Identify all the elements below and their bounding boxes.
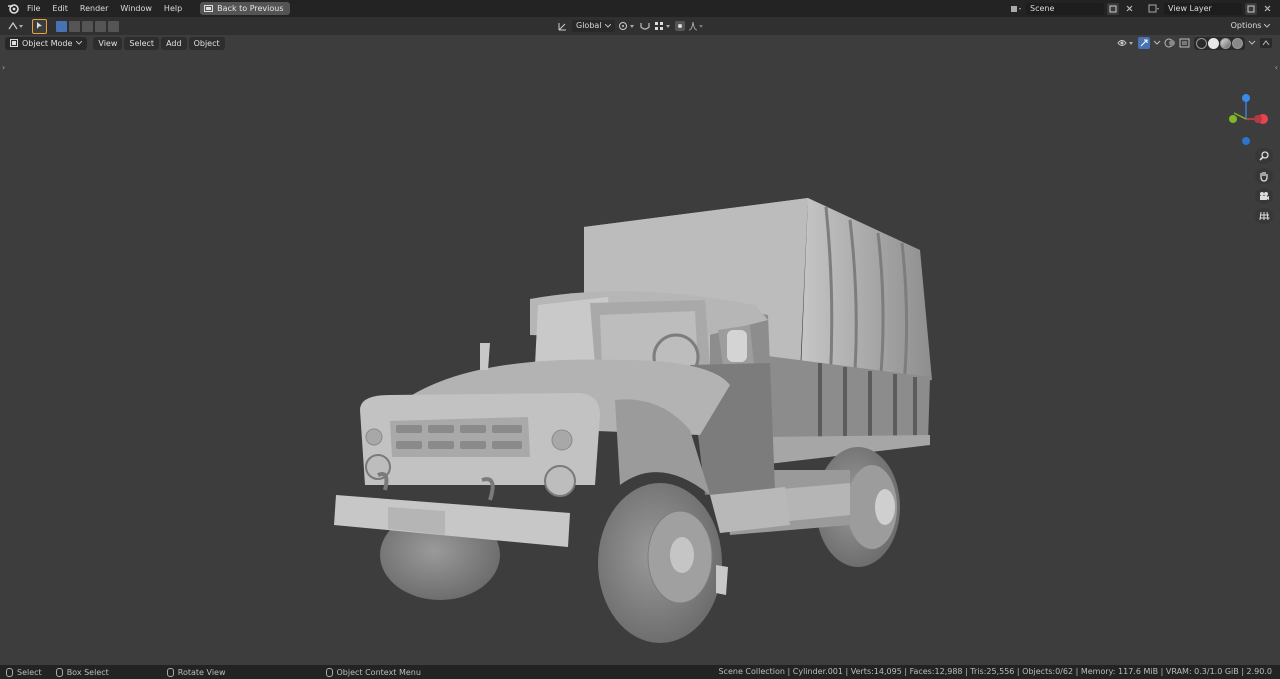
viewport-nav-buttons	[1255, 148, 1273, 224]
scene-new-icon[interactable]	[1107, 2, 1119, 15]
mode-set-icon[interactable]	[56, 20, 67, 32]
view-layer-new-icon[interactable]	[1245, 2, 1257, 15]
object-menu[interactable]: Object	[188, 36, 225, 50]
editor-type-selector[interactable]	[8, 21, 24, 31]
options-label: Options	[1230, 21, 1262, 30]
hint-context-menu-label: Object Context Menu	[336, 667, 421, 677]
truck-model[interactable]	[330, 195, 950, 655]
snap-icon[interactable]	[639, 21, 651, 31]
menu-window[interactable]: Window	[114, 0, 158, 17]
camera-icon[interactable]	[1255, 188, 1273, 204]
select-menu[interactable]: Select	[124, 36, 160, 50]
mode-extend-icon[interactable]	[69, 20, 80, 32]
mouse-middle-icon	[166, 667, 174, 677]
blender-logo-icon[interactable]	[5, 2, 21, 16]
gizmo-z-axis[interactable]	[1242, 94, 1250, 102]
chevron-down-icon	[76, 41, 83, 45]
gizmo-toggle-icon[interactable]	[1138, 37, 1150, 49]
view-layer-browse-icon[interactable]	[1147, 3, 1161, 15]
object-mode-icon	[10, 39, 18, 47]
solid-shading-icon[interactable]	[1208, 37, 1219, 49]
pivot-point-icon[interactable]	[618, 21, 636, 31]
sidebar-expand-icon[interactable]: ‹	[1275, 63, 1278, 72]
mode-subtract-icon[interactable]	[82, 20, 93, 32]
toolbar-expand-icon[interactable]: ›	[2, 63, 5, 72]
top-bar: File Edit Render Window Help Back to Pre…	[0, 0, 1280, 17]
rendered-shading-icon[interactable]	[1232, 37, 1243, 49]
hint-rotate-view-label: Rotate View	[177, 667, 226, 677]
hint-context-menu: Object Context Menu	[325, 667, 421, 677]
hint-rotate-view: Rotate View	[166, 667, 226, 677]
chevron-down-icon	[604, 24, 611, 28]
hint-select: Select	[6, 667, 42, 677]
hint-box-select: Box Select	[55, 667, 109, 677]
mouse-left-icon	[6, 667, 13, 677]
3d-viewport[interactable]: › ‹	[0, 35, 1280, 665]
back-to-previous-button[interactable]: Back to Previous	[200, 2, 290, 15]
proportional-falloff-icon[interactable]	[688, 21, 704, 31]
chevron-down-icon	[1263, 23, 1271, 28]
viewport-options-icon[interactable]	[1259, 37, 1273, 49]
back-icon	[204, 5, 214, 12]
object-mode-dropdown[interactable]: Object Mode	[5, 36, 88, 50]
visibility-icon[interactable]	[1117, 38, 1135, 48]
chevron-down-icon[interactable]	[1248, 40, 1256, 46]
hand-icon[interactable]	[1255, 168, 1273, 184]
hint-box-select-label: Box Select	[66, 667, 109, 677]
object-mode-label: Object Mode	[22, 38, 73, 48]
options-dropdown[interactable]: Options	[1227, 20, 1274, 32]
overlays-icon[interactable]	[1164, 37, 1176, 49]
material-preview-icon[interactable]	[1220, 37, 1231, 49]
mouse-drag-icon	[55, 667, 63, 677]
cursor-icon	[37, 22, 42, 29]
view-menu[interactable]: View	[93, 36, 123, 50]
chevron-down-icon[interactable]	[1153, 40, 1161, 46]
selection-mode-group	[56, 20, 119, 32]
viewport-header-right	[1117, 36, 1273, 50]
gizmo-y-axis[interactable]	[1229, 115, 1237, 123]
tool-header: Global Options	[0, 17, 1280, 35]
orientation-label: Global	[576, 21, 602, 30]
mode-intersect-icon[interactable]	[108, 20, 119, 32]
mode-invert-icon[interactable]	[95, 20, 106, 32]
transform-orientation-icon	[558, 23, 566, 31]
menu-edit[interactable]: Edit	[46, 0, 74, 17]
menu-render[interactable]: Render	[74, 0, 114, 17]
wireframe-shading-icon[interactable]	[1196, 37, 1207, 49]
xray-icon[interactable]	[1179, 37, 1191, 49]
transform-tools: Global	[557, 20, 704, 32]
orientation-dropdown[interactable]: Global	[572, 20, 615, 32]
editor-type-icon	[8, 21, 23, 30]
gizmo-neg-x-axis[interactable]	[1254, 115, 1262, 123]
top-right-controls: Scene View Layer	[1009, 0, 1274, 17]
viewport-header: Object Mode View Select Add Object	[5, 36, 225, 50]
shading-mode-group	[1194, 36, 1245, 50]
gizmo-neg-z-axis[interactable]	[1242, 137, 1250, 145]
view-layer-close-icon[interactable]	[1260, 3, 1274, 15]
zoom-icon[interactable]	[1255, 148, 1273, 164]
scene-statistics: Scene Collection | Cylinder.001 | Verts:…	[718, 667, 1272, 676]
view-layer-field[interactable]: View Layer	[1164, 2, 1242, 15]
menu-help[interactable]: Help	[158, 0, 188, 17]
scene-close-icon[interactable]	[1122, 3, 1136, 15]
grid-icon[interactable]	[1255, 208, 1273, 224]
proportional-editing-icon[interactable]	[674, 21, 685, 31]
scene-browse-icon[interactable]	[1009, 3, 1023, 15]
scene-name-field[interactable]: Scene	[1026, 2, 1104, 15]
add-menu[interactable]: Add	[161, 36, 187, 50]
status-bar: Select Box Select Rotate View Object Con…	[0, 665, 1280, 679]
snap-target-icon[interactable]	[654, 21, 672, 31]
back-button-label: Back to Previous	[217, 4, 284, 13]
select-tool-button[interactable]	[32, 18, 47, 34]
mouse-right-icon	[325, 667, 333, 677]
menu-file[interactable]: File	[21, 0, 46, 17]
navigation-gizmo[interactable]	[1222, 91, 1272, 151]
hint-select-label: Select	[17, 667, 42, 677]
